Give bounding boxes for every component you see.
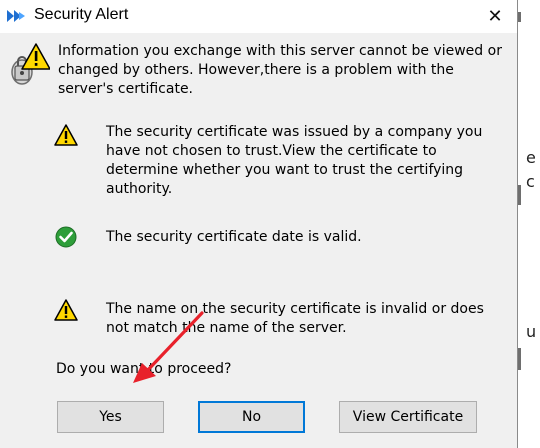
dialog-title: Security Alert	[34, 6, 129, 23]
intro-text: Information you exchange with this serve…	[58, 43, 502, 97]
background-text-fragment: u	[526, 322, 537, 341]
close-icon: ✕	[487, 6, 503, 27]
view-certificate-button[interactable]: View Certificate	[339, 401, 477, 433]
proceed-question: Do you want to proceed?	[56, 361, 232, 377]
background-text-fragment: c	[526, 172, 535, 191]
certificate-date-message: The security certificate date is valid.	[106, 229, 362, 245]
background-window-edge: e c u	[518, 0, 540, 448]
background-divider	[518, 185, 521, 205]
certificate-name-message: The name on the security certificate is …	[106, 301, 484, 336]
check-icon	[55, 226, 77, 248]
background-divider	[518, 12, 521, 22]
background-text-fragment: e	[526, 148, 536, 167]
close-button[interactable]: ✕	[473, 0, 517, 33]
title-bar[interactable]: Security Alert ✕	[0, 0, 517, 33]
certificate-trust-message: The security certificate was issued by a…	[106, 124, 483, 197]
shield-arrows-icon	[7, 10, 25, 22]
yes-button[interactable]: Yes	[57, 401, 164, 433]
security-alert-dialog: Security Alert ✕ Information you exchang…	[0, 0, 518, 448]
no-button[interactable]: No	[198, 401, 305, 433]
warning-icon	[54, 299, 78, 321]
padlock-warning-icon	[11, 43, 50, 85]
background-divider	[518, 348, 521, 370]
warning-icon	[54, 124, 78, 146]
